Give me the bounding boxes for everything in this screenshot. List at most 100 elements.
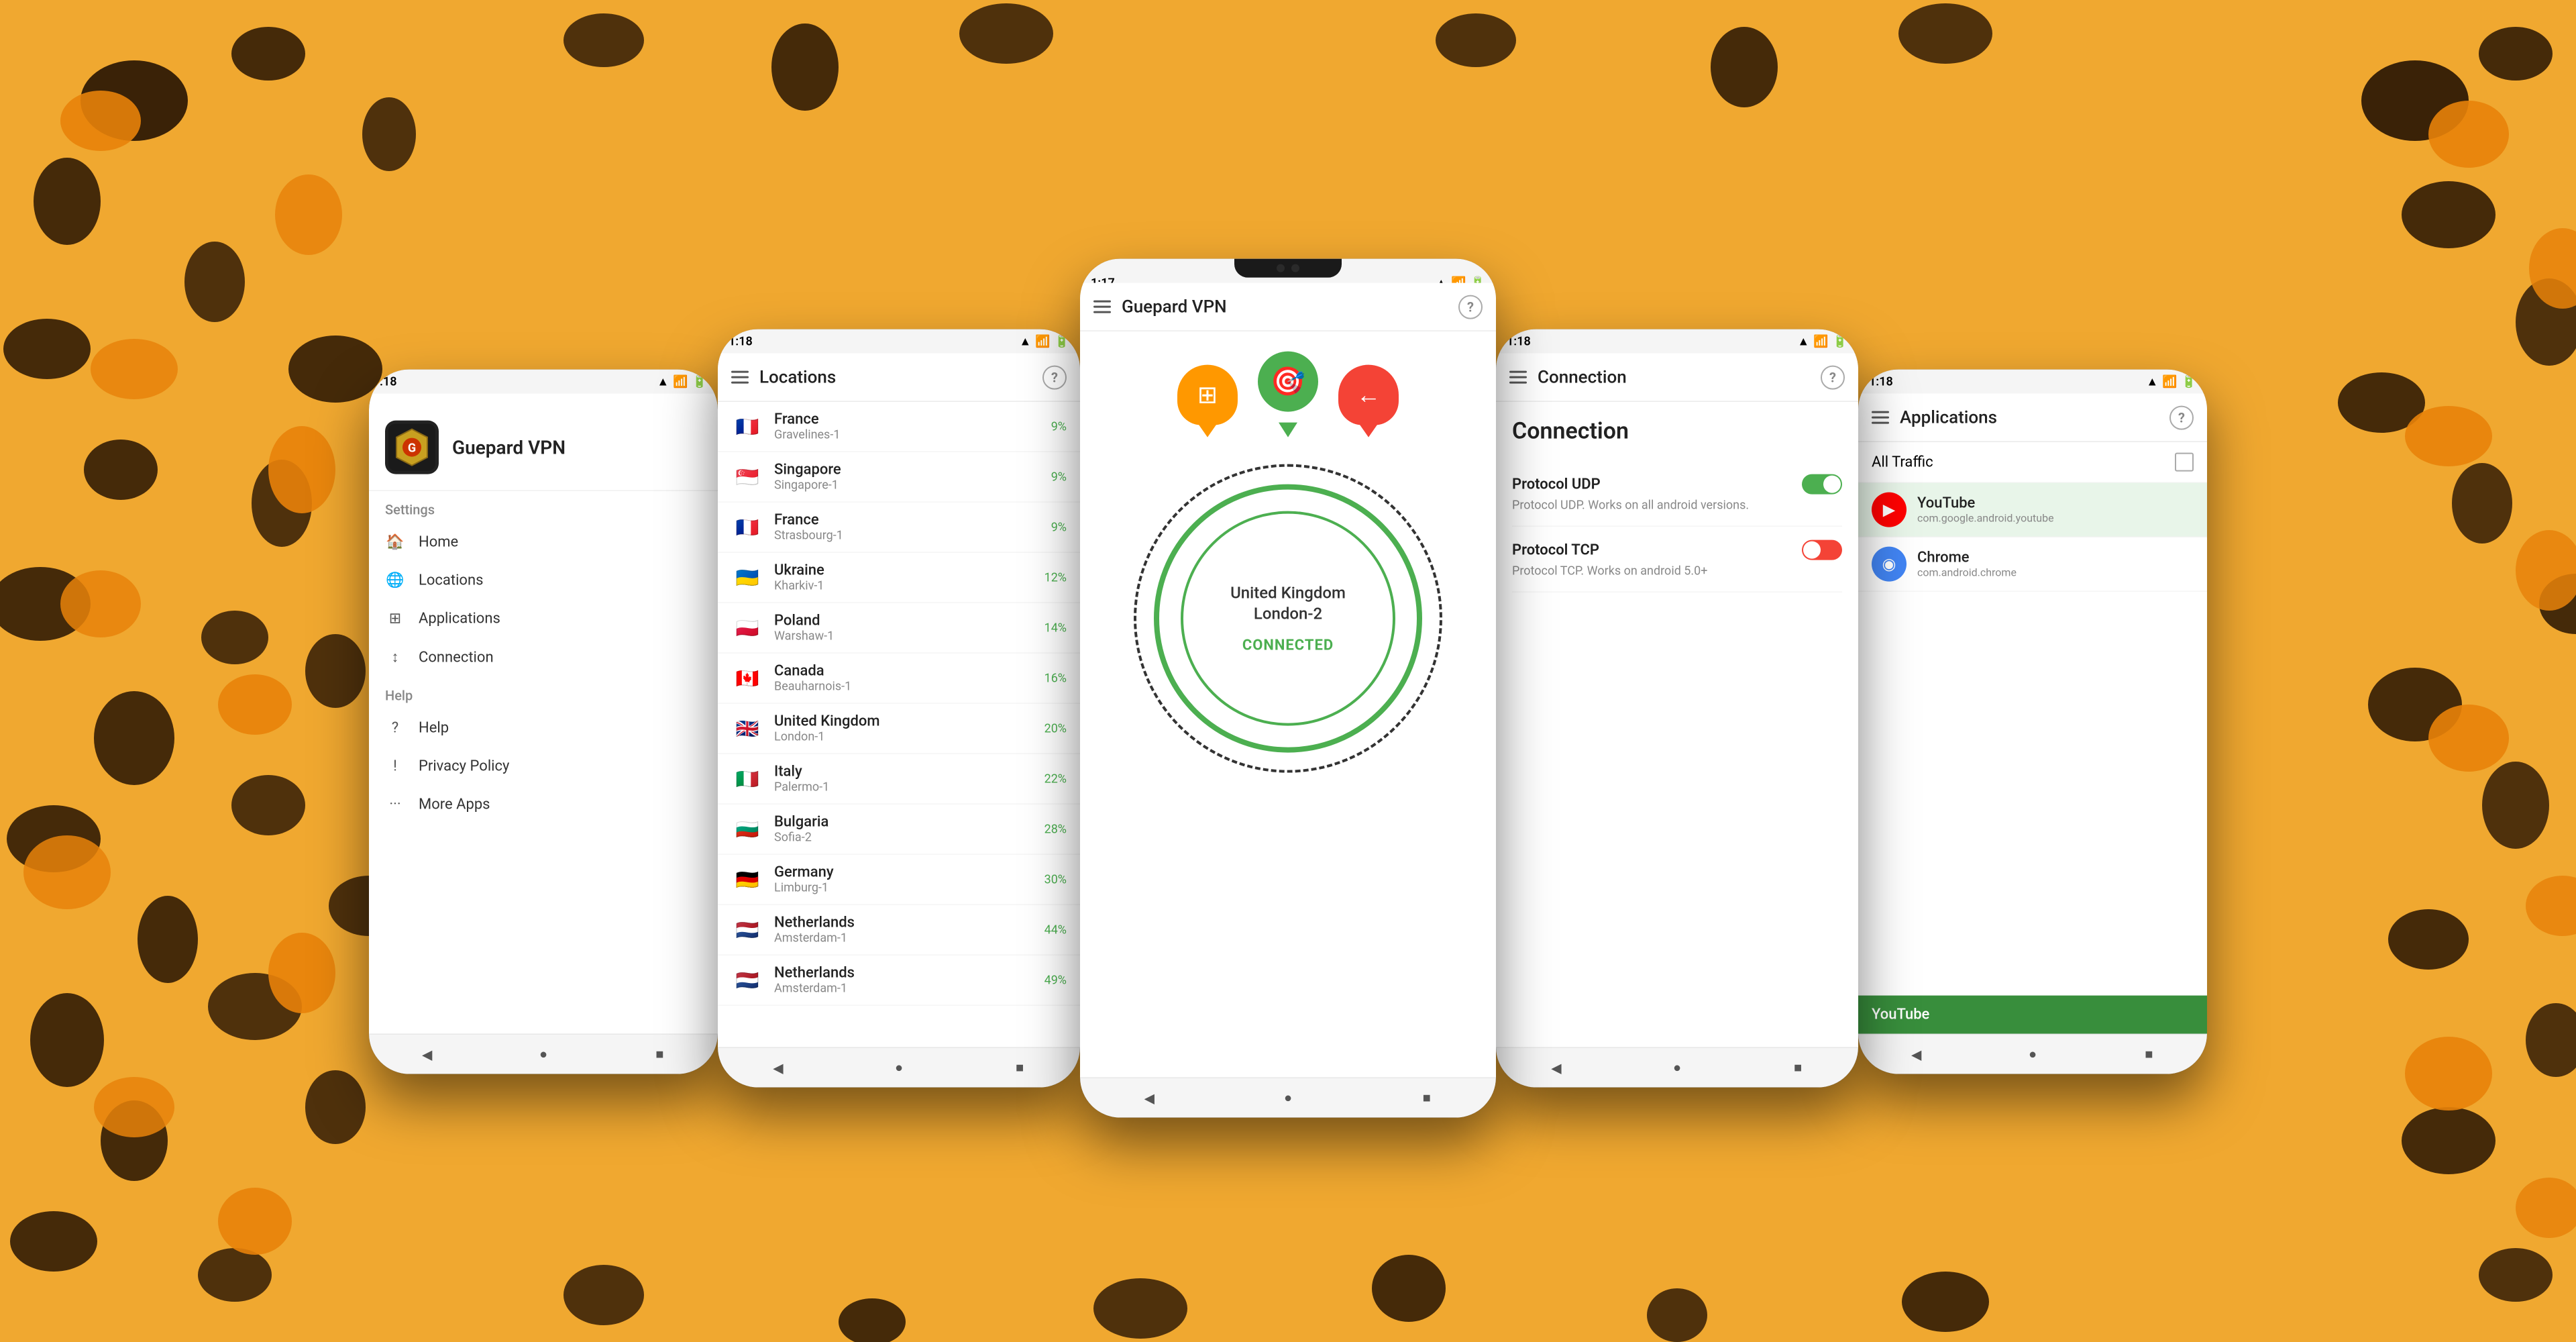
recent-button-3[interactable]: ■ [1413,1084,1440,1111]
location-item-ukraine[interactable]: 🇺🇦 Ukraine Kharkiv-1 12% [718,553,1080,603]
bottom-app-bar: YouTube [1858,996,2207,1034]
drawer-home[interactable]: 🏠 Home [369,523,718,562]
drawer-applications[interactable]: ⊞ Applications [369,600,718,638]
country-germany: Germany [774,864,1034,881]
location-item-france1[interactable]: 🇫🇷 France Gravelines-1 9% [718,402,1080,452]
drawer-help[interactable]: ? Help [369,709,718,747]
vpn-city: London-2 [1254,604,1322,625]
drawer-privacy[interactable]: ! Privacy Policy [369,747,718,786]
home-button-2[interactable]: ● [885,1054,912,1081]
location-info-france2: France Strasbourg-1 [774,512,1040,543]
app-logo: G [385,421,439,474]
connection-title: Connection [1512,418,1842,445]
status-bar-2: 1:18 ▲ 📶 🔋 [718,329,1080,354]
location-item-singapore[interactable]: 🇸🇬 Singapore Singapore-1 9% [718,452,1080,503]
battery-icon-5: 🔋 [2182,374,2196,389]
help-button-4[interactable]: ? [1821,365,1845,389]
city-singapore: Singapore-1 [774,478,1040,493]
youtube-name: YouTube [1917,495,2054,512]
home-button-4[interactable]: ● [1664,1054,1690,1081]
menu-icon-3[interactable] [1093,301,1111,313]
more-apps-icon: ··· [385,796,405,813]
menu-icon-5[interactable] [1872,411,1889,424]
location-item-canada[interactable]: 🇨🇦 Canada Beauharnois-1 16% [718,654,1080,704]
city-germany: Limburg-1 [774,881,1034,895]
all-traffic-checkbox[interactable] [2175,453,2194,472]
drawer-privacy-label: Privacy Policy [419,758,509,775]
location-item-italy[interactable]: 🇮🇹 Italy Palermo-1 22% [718,754,1080,805]
status-time-5: 1:18 [1869,374,1893,389]
home-button-3[interactable]: ● [1275,1084,1301,1111]
home-button-1[interactable]: ● [530,1041,557,1068]
app-chrome[interactable]: ◉ Chrome com.android.chrome [1858,537,2207,592]
help-button-3[interactable]: ? [1458,295,1483,319]
vpn-main-content: ⊞ 🎯 ← [1080,331,1496,1078]
flag-germany: 🇩🇪 [731,868,763,892]
status-time-4: 1:18 [1507,334,1531,348]
vpn-mid-circle[interactable]: United Kingdom London-2 CONNECTED [1154,484,1422,753]
flag-canada: 🇨🇦 [731,666,763,690]
location-item-germany[interactable]: 🇩🇪 Germany Limburg-1 30% [718,855,1080,905]
back-button-2[interactable]: ◀ [765,1054,792,1081]
drawer-more-apps[interactable]: ··· More Apps [369,786,718,824]
phone-locations: 1:18 ▲ 📶 🔋 Locations ? 🇫🇷 [718,329,1080,1088]
location-info-netherlands1: Netherlands Amsterdam-1 [774,915,1034,945]
drawer-connection[interactable]: ↕ Connection [369,638,718,677]
drawer-locations-label: Locations [419,572,483,589]
pct-france1: 9% [1051,419,1067,433]
back-button-4[interactable]: ◀ [1543,1054,1570,1081]
back-button-1[interactable]: ◀ [414,1041,441,1068]
app-youtube[interactable]: ▶ YouTube com.google.android.youtube [1858,483,2207,537]
signal-icon-5: 📶 [2162,374,2177,389]
flag-singapore: 🇸🇬 [731,465,763,489]
wifi-icon-4: ▲ [1797,334,1809,348]
pct-france2: 9% [1051,520,1067,534]
applications-icon: ⊞ [385,611,405,627]
protocol-tcp-row: Protocol TCP [1512,540,1842,560]
protocol-udp-toggle[interactable] [1802,474,1842,495]
location-item-bulgaria[interactable]: 🇧🇬 Bulgaria Sofia-2 28% [718,805,1080,855]
connection-icon: ↕ [385,649,405,666]
location-item-uk[interactable]: 🇬🇧 United Kingdom London-1 20% [718,704,1080,754]
recent-button-2[interactable]: ■ [1006,1054,1033,1081]
city-canada: Beauharnois-1 [774,680,1034,694]
pct-uk: 20% [1044,721,1067,735]
menu-icon[interactable] [731,371,749,384]
location-item-netherlands1[interactable]: 🇳🇱 Netherlands Amsterdam-1 44% [718,905,1080,956]
recent-button-4[interactable]: ■ [1784,1054,1811,1081]
navbar-5: ◀ ● ■ [1858,1034,2207,1074]
back-button-3[interactable]: ◀ [1136,1084,1163,1111]
back-button-5[interactable]: ◀ [1903,1041,1930,1068]
navbar-3: ◀ ● ■ [1080,1078,1496,1118]
all-traffic-row[interactable]: All Traffic [1858,442,2207,483]
drawer-app-title: Guepard VPN [452,436,566,458]
recent-button-5[interactable]: ■ [2135,1041,2162,1068]
menu-icon-4[interactable] [1509,371,1527,384]
pct-singapore: 9% [1051,470,1067,484]
home-button-5[interactable]: ● [2019,1041,2046,1068]
location-item-france2[interactable]: 🇫🇷 France Strasbourg-1 9% [718,503,1080,553]
drawer-locations[interactable]: 🌐 Locations [369,562,718,600]
youtube-info: YouTube com.google.android.youtube [1917,495,2054,525]
phone-connection: 1:18 ▲ 📶 🔋 Connection ? Connection [1496,329,1858,1088]
chrome-pkg: com.android.chrome [1917,566,2017,579]
signal-icon-2: 📶 [1035,334,1050,348]
protocol-tcp: Protocol TCP Protocol TCP. Works on andr… [1512,527,1842,592]
location-item-poland[interactable]: 🇵🇱 Poland Warshaw-1 14% [718,603,1080,654]
location-info-germany: Germany Limburg-1 [774,864,1034,895]
flag-netherlands2: 🇳🇱 [731,968,763,992]
help-button-5[interactable]: ? [2169,405,2194,429]
connection-app-bar: Connection ? [1496,354,1858,402]
applications-title: Applications [1900,407,2159,427]
country-france1: France [774,411,1040,428]
location-item-netherlands2[interactable]: 🇳🇱 Netherlands Amsterdam-1 49% [718,956,1080,1006]
vpn-location-pin-container: 🎯 [1251,352,1325,437]
protocol-tcp-toggle[interactable] [1802,540,1842,560]
city-france1: Gravelines-1 [774,428,1040,442]
vpn-inner-circle: United Kingdom London-2 CONNECTED [1181,511,1395,726]
recent-button-1[interactable]: ■ [646,1041,673,1068]
help-button-2[interactable]: ? [1042,365,1067,389]
wifi-icon-1: ▲ [657,374,669,389]
flag-italy: 🇮🇹 [731,767,763,791]
city-netherlands1: Amsterdam-1 [774,931,1034,945]
